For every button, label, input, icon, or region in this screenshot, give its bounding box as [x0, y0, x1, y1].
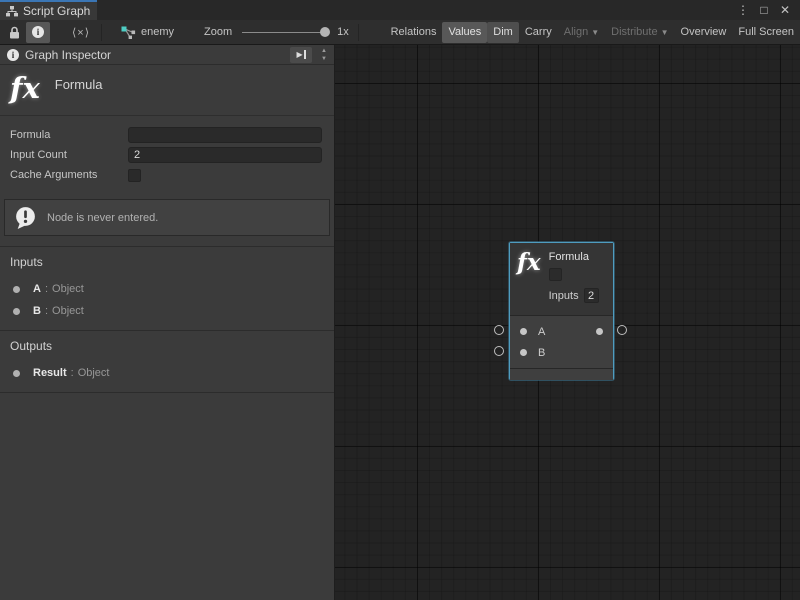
connection-hint-circle[interactable] [494, 346, 504, 356]
node-inputs-label: Inputs [549, 290, 579, 302]
script-graph-window: Script Graph ⋮ □ ✕ i ⟨×⟩ [0, 0, 800, 600]
chevron-down-icon: ▼ [661, 28, 669, 37]
outputs-heading: Outputs [10, 339, 324, 353]
outputs-section: Outputs Result : Object [0, 331, 334, 392]
zoom-slider[interactable] [242, 26, 328, 38]
info-icon: i [32, 26, 44, 38]
node-formula-checkbox[interactable] [549, 268, 562, 281]
port-row-b: B : Object [10, 300, 324, 322]
formula-field-label: Formula [10, 129, 128, 141]
warning-message: Node is never entered. [47, 212, 158, 224]
inputs-section: Inputs A : Object B : Object [0, 247, 334, 330]
graph-canvas[interactable]: fx Formula Inputs 2 A [335, 45, 800, 600]
formula-input[interactable] [128, 127, 322, 143]
tab-bar: Script Graph ⋮ □ ✕ [0, 0, 800, 20]
lock-icon [9, 26, 20, 39]
formula-node[interactable]: fx Formula Inputs 2 A [509, 242, 614, 380]
values-button[interactable]: Values [442, 22, 487, 43]
close-icon[interactable]: ✕ [778, 3, 792, 17]
menu-icon[interactable]: ⋮ [736, 3, 750, 17]
dim-button[interactable]: Dim [487, 22, 519, 43]
connection-hint-circle[interactable] [617, 325, 627, 335]
port-bullet-icon [13, 286, 20, 293]
inspector-empty-area [0, 393, 334, 600]
input-count-input[interactable] [128, 147, 322, 163]
input-port-b[interactable]: B [510, 342, 613, 363]
node-footer [510, 368, 613, 380]
selected-node-title: Formula [55, 77, 103, 92]
port-row-result: Result : Object [10, 362, 324, 384]
inputs-heading: Inputs [10, 255, 324, 269]
dock-icon: ▶ [296, 50, 302, 59]
input-count-field-label: Input Count [10, 149, 128, 161]
zoom-slider-track[interactable] [242, 32, 328, 33]
port-bullet-icon [13, 370, 20, 377]
inspector-header: i Graph Inspector ▶ ▲ ▼ [0, 45, 334, 65]
maximize-icon[interactable]: □ [757, 3, 771, 17]
zoom-value: 1x [337, 26, 349, 38]
graph-name: enemy [141, 26, 174, 38]
graph-inspector-panel: i Graph Inspector ▶ ▲ ▼ fx Formula Formu… [0, 45, 335, 600]
cache-arguments-checkbox[interactable] [128, 169, 141, 182]
toolbar-separator [358, 24, 359, 41]
info-icon: i [7, 49, 19, 61]
node-title: Formula [549, 251, 599, 263]
input-count-field-row: Input Count [10, 145, 322, 165]
warning-bubble-icon [13, 205, 38, 230]
warning-box: Node is never entered. [4, 199, 330, 236]
tab-label: Script Graph [23, 4, 90, 18]
input-port-dot[interactable] [520, 328, 527, 335]
fx-icon: fx [10, 74, 40, 102]
zoom-slider-handle[interactable] [320, 27, 330, 37]
graph-toolbar: i ⟨×⟩ enemy Zoom 1x Relations Values Dim [0, 20, 800, 45]
cache-arguments-field-row: Cache Arguments [10, 165, 322, 185]
inspector-toggle-button[interactable]: i [26, 22, 50, 43]
scroll-up-icon[interactable]: ▲ [321, 48, 327, 54]
output-port-dot[interactable] [596, 328, 603, 335]
tab-script-graph[interactable]: Script Graph [0, 0, 97, 20]
panel-scroll-arrows: ▲ ▼ [318, 48, 330, 62]
inspector-title: Graph Inspector [25, 48, 111, 62]
port-row-a: A : Object [10, 278, 324, 300]
chevron-down-icon: ▼ [591, 28, 599, 37]
fx-icon: fx [517, 251, 541, 315]
overview-button[interactable]: Overview [675, 22, 733, 43]
view-buttons: Relations Values Dim Carry Align▼ Distri… [385, 20, 800, 44]
graph-breadcrumb[interactable]: enemy [121, 26, 174, 39]
connections-button[interactable]: ⟨×⟩ [66, 22, 96, 43]
toolbar-separator [101, 24, 102, 41]
dock-panel-button[interactable]: ▶ [290, 47, 312, 63]
code-icon: ⟨×⟩ [72, 26, 90, 39]
node-fields: Formula Input Count Cache Arguments [0, 116, 334, 191]
graph-icon [121, 26, 136, 39]
content-area: i Graph Inspector ▶ ▲ ▼ fx Formula Formu… [0, 45, 800, 600]
formula-node-header: fx Formula Inputs 2 [510, 243, 613, 315]
input-port-dot[interactable] [520, 349, 527, 356]
align-button[interactable]: Align▼ [558, 22, 605, 43]
formula-field-row: Formula [10, 125, 322, 145]
cache-arguments-field-label: Cache Arguments [10, 169, 128, 181]
node-ports-section: A B [510, 315, 613, 368]
node-title-section: fx Formula [0, 65, 334, 116]
lock-button[interactable] [3, 22, 26, 43]
node-inputs-count[interactable]: 2 [584, 288, 599, 303]
scroll-down-icon[interactable]: ▼ [321, 56, 327, 62]
hierarchy-icon [6, 6, 18, 17]
relations-button[interactable]: Relations [385, 22, 443, 43]
port-bullet-icon [13, 308, 20, 315]
full-screen-button[interactable]: Full Screen [732, 22, 800, 43]
window-controls: ⋮ □ ✕ [736, 0, 800, 20]
connection-hint-circle[interactable] [494, 325, 504, 335]
carry-button[interactable]: Carry [519, 22, 558, 43]
distribute-button[interactable]: Distribute▼ [605, 22, 674, 43]
zoom-label: Zoom [204, 26, 232, 38]
